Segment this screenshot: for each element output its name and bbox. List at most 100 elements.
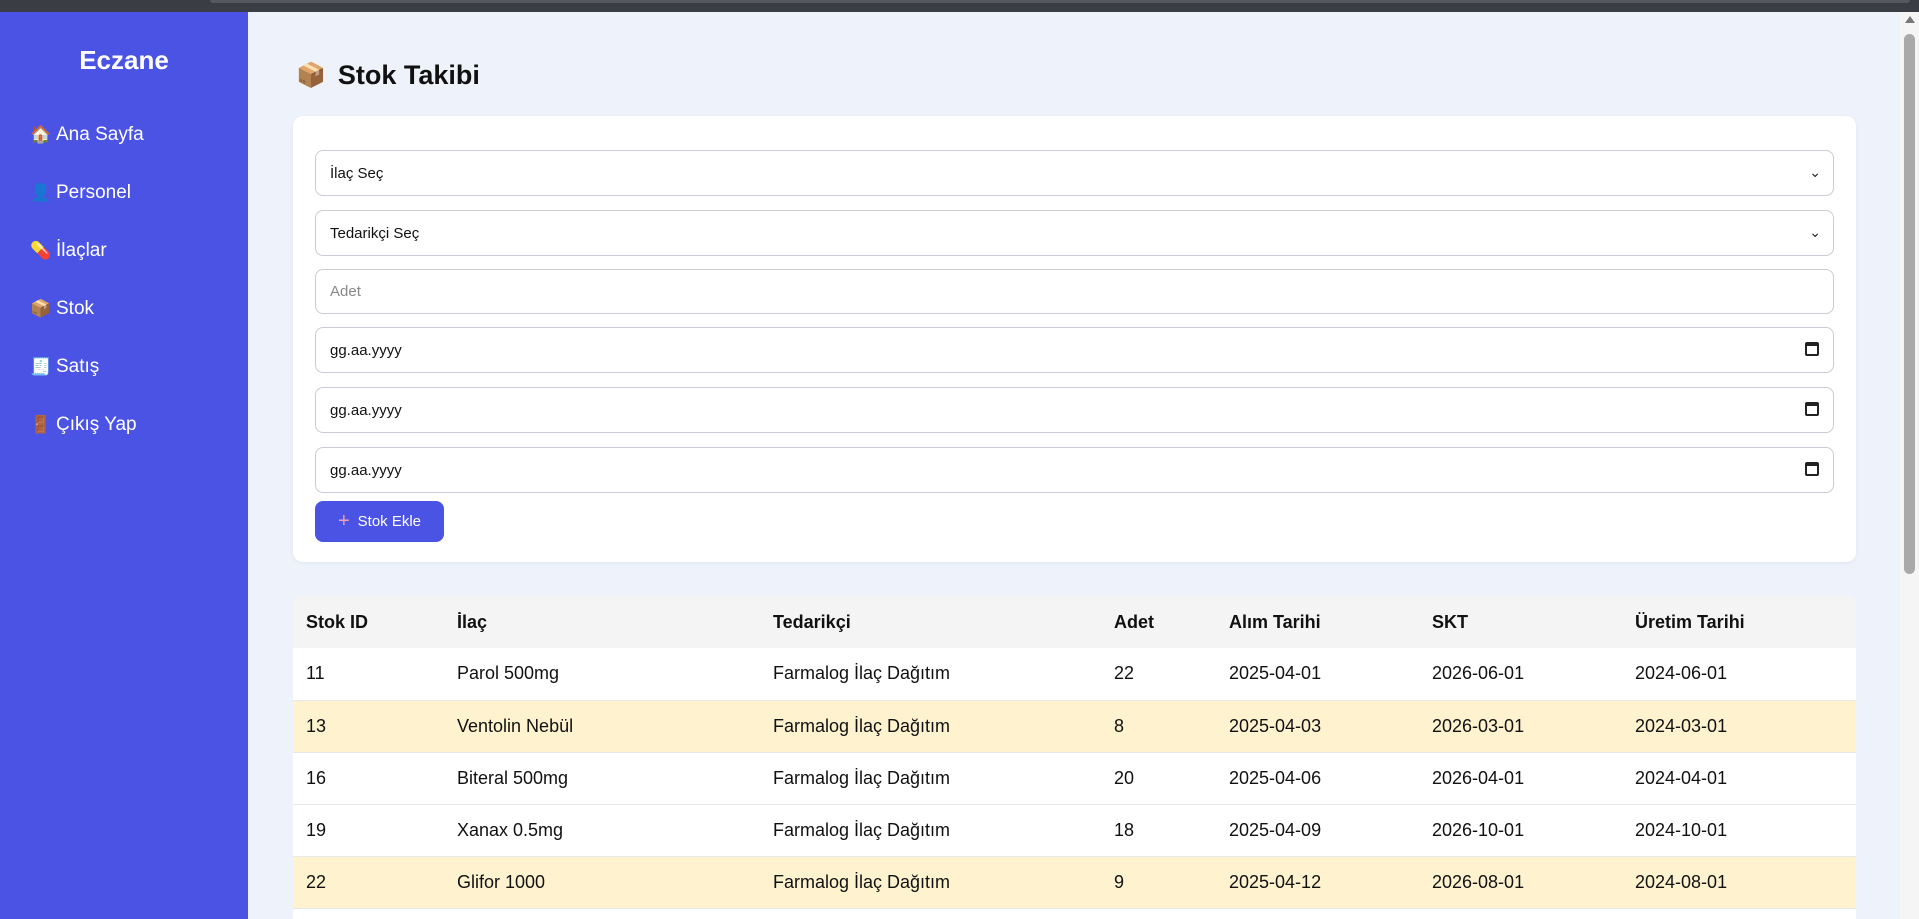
- chevron-down-icon: ⌄: [1809, 224, 1821, 240]
- table-cell: 20: [1101, 752, 1216, 805]
- table-cell: 16: [293, 752, 444, 805]
- calendar-icon[interactable]: [1805, 342, 1819, 356]
- production-date-input[interactable]: gg.aa.yyyy: [315, 447, 1834, 493]
- column-header: Alım Tarihi: [1216, 596, 1419, 648]
- table-cell: 2025-04-12: [1216, 856, 1419, 909]
- column-header: Tedarikçi: [760, 596, 1101, 648]
- add-stock-button[interactable]: + Stok Ekle: [315, 501, 444, 542]
- sidebar-item-satis[interactable]: 🧾 Satış: [0, 338, 248, 396]
- column-header: Adet: [1101, 596, 1216, 648]
- door-icon: 🚪: [30, 415, 52, 434]
- date-placeholder: gg.aa.yyyy: [330, 401, 402, 419]
- sidebar-item-stok[interactable]: 📦 Stok: [0, 280, 248, 338]
- supplier-select[interactable]: Tedarikçi Seç ⌄: [315, 210, 1834, 256]
- browser-top-strip: [0, 0, 1919, 12]
- column-header: SKT: [1419, 596, 1622, 648]
- quantity-placeholder: Adet: [330, 283, 361, 300]
- table-cell: 2024-03-01: [1622, 700, 1856, 753]
- calendar-icon[interactable]: [1805, 462, 1819, 476]
- table-cell: 2025-04-09: [1216, 804, 1419, 857]
- table-row: 19 Xanax 0.5mg Farmalog İlaç Dağıtım 18 …: [293, 804, 1856, 857]
- sidebar-item-label: İlaçlar: [56, 240, 107, 261]
- table-cell: 2026-08-01: [1419, 856, 1622, 909]
- sidebar-item-label: Çıkış Yap: [56, 414, 137, 435]
- browser-tab-strip: [210, 0, 1910, 3]
- stock-table: Stok ID İlaç Tedarikçi Adet Alım Tarihi …: [293, 596, 1856, 909]
- package-icon: 📦: [296, 62, 326, 89]
- sidebar-item-ana-sayfa[interactable]: 🏠 Ana Sayfa: [0, 106, 248, 164]
- table-cell: Farmalog İlaç Dağıtım: [760, 856, 1101, 909]
- table-cell: 2026-03-01: [1419, 700, 1622, 753]
- quantity-input[interactable]: Adet: [315, 269, 1834, 314]
- table-row-low-stock: 22 Glifor 1000 Farmalog İlaç Dağıtım 9 2…: [293, 856, 1856, 909]
- table-cell: 13: [293, 700, 444, 753]
- expiry-date-input[interactable]: gg.aa.yyyy: [315, 387, 1834, 433]
- table-row: 11 Parol 500mg Farmalog İlaç Dağıtım 22 …: [293, 648, 1856, 701]
- table-cell: 2025-04-06: [1216, 752, 1419, 805]
- scroll-up-arrow-icon[interactable]: [1905, 16, 1915, 23]
- page-scrollbar[interactable]: [1900, 12, 1919, 919]
- scrollbar-thumb[interactable]: [1904, 34, 1915, 574]
- table-cell: Ventolin Nebül: [444, 700, 760, 753]
- table-cell: 9: [1101, 856, 1216, 909]
- table-cell: Farmalog İlaç Dağıtım: [760, 700, 1101, 753]
- package-icon: 📦: [30, 299, 52, 318]
- table-cell: 2026-04-01: [1419, 752, 1622, 805]
- plus-icon: +: [337, 510, 350, 532]
- table-cell: Farmalog İlaç Dağıtım: [760, 752, 1101, 805]
- table-cell: 2024-10-01: [1622, 804, 1856, 857]
- sidebar-item-cikis-yap[interactable]: 🚪 Çıkış Yap: [0, 396, 248, 454]
- pill-icon: 💊: [30, 241, 52, 260]
- table-row: 16 Biteral 500mg Farmalog İlaç Dağıtım 2…: [293, 752, 1856, 805]
- sidebar-item-label: Stok: [56, 298, 95, 319]
- page-title: 📦 Stok Takibi: [296, 60, 480, 91]
- add-stock-button-label: Stok Ekle: [357, 513, 422, 530]
- sidebar-item-ilaclar[interactable]: 💊 İlaçlar: [0, 222, 248, 280]
- table-cell: 19: [293, 804, 444, 857]
- purchase-date-input[interactable]: gg.aa.yyyy: [315, 327, 1834, 373]
- brand-title: Eczane: [79, 45, 169, 75]
- stock-form: İlaç Seç ⌄ Tedarikçi Seç ⌄ Adet gg.aa.yy…: [293, 116, 1856, 562]
- receipt-icon: 🧾: [30, 357, 52, 376]
- sidebar-item-personel[interactable]: 👤 Personel: [0, 164, 248, 222]
- table-row-low-stock: 13 Ventolin Nebül Farmalog İlaç Dağıtım …: [293, 700, 1856, 753]
- column-header: Stok ID: [293, 596, 444, 648]
- table-cell: Glifor 1000: [444, 856, 760, 909]
- drug-select[interactable]: İlaç Seç ⌄: [315, 150, 1834, 196]
- main-content: 📦 Stok Takibi İlaç Seç ⌄ Tedarikçi Seç ⌄…: [248, 12, 1900, 919]
- sidebar-item-label: Ana Sayfa: [56, 124, 144, 145]
- column-header: İlaç: [444, 596, 760, 648]
- table-cell: Farmalog İlaç Dağıtım: [760, 648, 1101, 701]
- table-cell: 11: [293, 648, 444, 701]
- table-cell: Xanax 0.5mg: [444, 804, 760, 857]
- sidebar: Eczane 🏠 Ana Sayfa 👤 Personel 💊 İlaçlar …: [0, 12, 248, 919]
- table-cell: 8: [1101, 700, 1216, 753]
- date-placeholder: gg.aa.yyyy: [330, 461, 402, 479]
- home-icon: 🏠: [30, 125, 52, 144]
- sidebar-nav: 🏠 Ana Sayfa 👤 Personel 💊 İlaçlar 📦 Stok …: [0, 106, 248, 454]
- table-cell: 22: [293, 856, 444, 909]
- supplier-select-value: Tedarikçi Seç: [330, 224, 420, 242]
- stock-table-card: Stok ID İlaç Tedarikçi Adet Alım Tarihi …: [293, 596, 1856, 919]
- chevron-down-icon: ⌄: [1809, 164, 1821, 180]
- table-cell: 2026-10-01: [1419, 804, 1622, 857]
- table-cell: 2024-06-01: [1622, 648, 1856, 701]
- table-cell: Biteral 500mg: [444, 752, 760, 805]
- table-header-row: Stok ID İlaç Tedarikçi Adet Alım Tarihi …: [293, 596, 1856, 648]
- table-cell: 2025-04-01: [1216, 648, 1419, 701]
- table-cell: 2025-04-03: [1216, 700, 1419, 753]
- table-cell: Farmalog İlaç Dağıtım: [760, 804, 1101, 857]
- calendar-icon[interactable]: [1805, 402, 1819, 416]
- table-cell: 22: [1101, 648, 1216, 701]
- drug-select-value: İlaç Seç: [330, 164, 384, 182]
- table-cell: 18: [1101, 804, 1216, 857]
- table-cell: Parol 500mg: [444, 648, 760, 701]
- table-cell: 2024-08-01: [1622, 856, 1856, 909]
- sidebar-item-label: Personel: [56, 182, 131, 203]
- date-placeholder: gg.aa.yyyy: [330, 341, 402, 359]
- user-icon: 👤: [30, 183, 52, 202]
- table-cell: 2024-04-01: [1622, 752, 1856, 805]
- table-cell: 2026-06-01: [1419, 648, 1622, 701]
- sidebar-item-label: Satış: [56, 356, 100, 377]
- column-header: Üretim Tarihi: [1622, 596, 1856, 648]
